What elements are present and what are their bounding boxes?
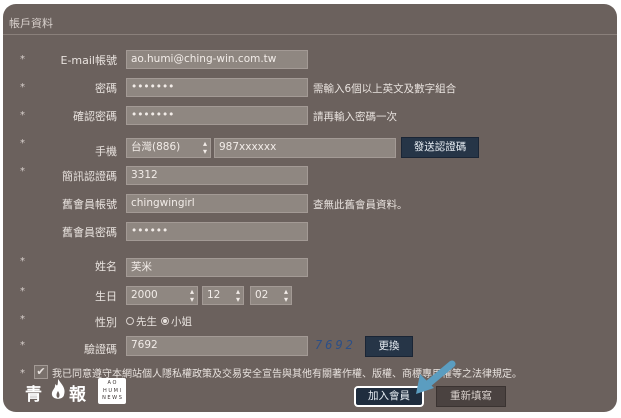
phone-label: 手機 [95, 145, 117, 158]
logo-badge-line: H U M I [103, 387, 121, 394]
select-arrows-icon: ▴ ▾ [235, 287, 240, 304]
logo-badge-line: A O [107, 380, 117, 386]
required-mark: * [20, 368, 25, 379]
birth-day-value: 02 [255, 289, 269, 301]
password-field[interactable]: ••••••• [126, 78, 308, 97]
sms-code-field[interactable]: 3312 [126, 166, 308, 185]
name-label: 姓名 [95, 260, 117, 273]
birthday-label: 生日 [95, 290, 117, 303]
birth-month-select[interactable]: 12 ▴ ▾ [202, 286, 244, 305]
flame-icon [51, 379, 65, 399]
arrow-pointer-icon [416, 360, 456, 394]
select-arrows-icon: ▴ ▾ [202, 139, 207, 156]
logo-badge-line: N E W S [102, 395, 122, 401]
agreement-checkbox[interactable]: ✔ [34, 365, 48, 379]
captcha-image: 7692 [315, 338, 356, 352]
old-account-hint: 查無此舊會員資料。 [313, 199, 408, 211]
send-code-button[interactable]: 發送認證碼 [401, 137, 479, 158]
captcha-refresh-button[interactable]: 更換 [365, 336, 413, 357]
old-account-label: 舊會員帳號 [62, 198, 117, 211]
email-label: E-mail帳號 [60, 54, 118, 67]
birth-day-select[interactable]: 02 ▴ ▾ [250, 286, 292, 305]
country-code-value: 台灣(886) [131, 141, 181, 153]
gender-male-radio[interactable] [126, 317, 134, 325]
old-account-field[interactable]: chingwingirl [126, 194, 308, 213]
password-confirm-hint: 請再輸入密碼一次 [313, 111, 397, 123]
logo-char-2: 報 [69, 385, 86, 405]
country-code-select[interactable]: 台灣(886) ▴ ▾ [126, 138, 211, 158]
old-password-field[interactable]: •••••• [126, 222, 308, 241]
select-arrows-icon: ▴ ▾ [283, 287, 288, 304]
form-panel: 帳戶資料 * E-mail帳號 ao.humi@ching-win.com.tw… [3, 4, 617, 412]
registration-form: * E-mail帳號 ao.humi@ching-win.com.tw * 密碼… [3, 34, 617, 412]
select-arrows-icon: ▴ ▾ [189, 287, 194, 304]
password-label: 密碼 [95, 82, 117, 95]
birth-year-select[interactable]: 2000 ▴ ▾ [126, 286, 198, 305]
birth-year-value: 2000 [131, 289, 158, 301]
gender-male-label: 先生 [136, 316, 157, 328]
old-password-label: 舊會員密碼 [62, 226, 117, 239]
birth-month-value: 12 [207, 289, 221, 301]
logo-badge: A O H U M I N E W S [98, 378, 126, 404]
gender-female-label: 小姐 [171, 316, 192, 328]
phone-number-field[interactable]: 987xxxxxx [214, 138, 396, 158]
name-field[interactable]: 芙米 [126, 258, 308, 277]
email-field[interactable]: ao.humi@ching-win.com.tw [126, 50, 308, 69]
section-title: 帳戶資料 [9, 17, 53, 30]
password-confirm-label: 確認密碼 [73, 110, 117, 123]
sms-code-label: 簡訊認證碼 [62, 170, 117, 183]
password-hint: 需輸入6個以上英文及數字組合 [313, 83, 457, 95]
captcha-field[interactable]: 7692 [126, 336, 308, 356]
logo-char-1: 青 [25, 385, 42, 405]
captcha-label: 驗證碼 [84, 343, 117, 356]
gender-female-radio[interactable] [161, 317, 169, 325]
password-confirm-field[interactable]: ••••••• [126, 106, 308, 125]
gender-label: 性別 [95, 316, 117, 329]
section-header: 帳戶資料 [3, 4, 617, 35]
